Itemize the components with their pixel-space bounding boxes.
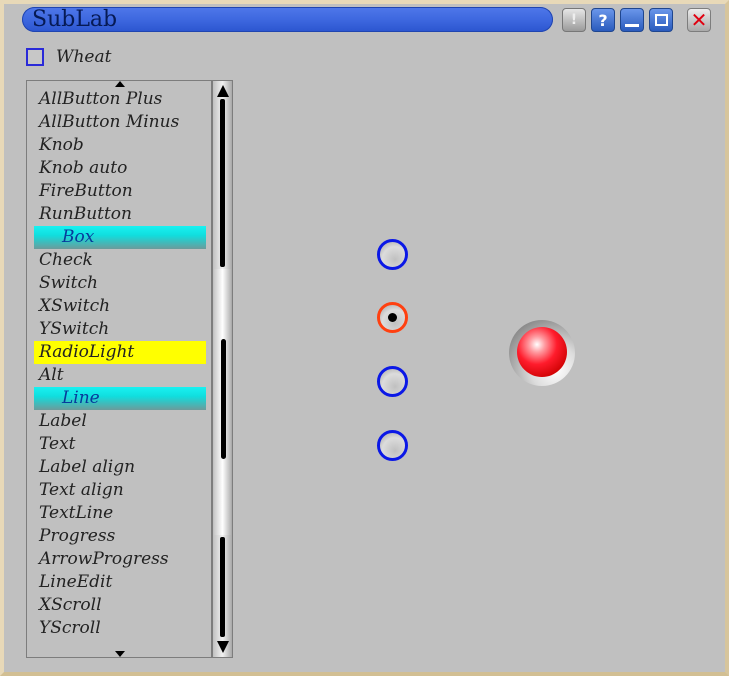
wheat-label: Wheat [56,47,112,67]
list-item[interactable]: LineEdit [34,571,206,594]
list-item[interactable]: Switch [34,272,206,295]
radio-button-3[interactable] [377,366,408,397]
list-item[interactable]: Knob auto [34,157,206,180]
list-item[interactable]: RadioLight [34,341,206,364]
wheat-checkbox[interactable] [26,48,44,66]
radio-selected-dot-icon [388,313,397,322]
info-button[interactable]: ! [562,8,586,32]
maximize-button[interactable] [649,8,673,32]
help-icon: ? [598,10,608,30]
list-item[interactable]: Label [34,410,206,433]
radio-button-1[interactable] [377,239,408,270]
scroll-track-top[interactable] [220,99,225,267]
list-item[interactable]: FireButton [34,180,206,203]
list-item[interactable]: XScroll [34,594,206,617]
scroll-up-arrow-icon[interactable] [217,85,229,97]
list-item[interactable]: Box [34,226,206,249]
title-bar[interactable]: SubLab ! ? ✕ [8,6,724,34]
scroll-thumb-grip [221,339,226,459]
list-item[interactable]: ArrowProgress [34,548,206,571]
list-item[interactable]: Knob [34,134,206,157]
list-item[interactable]: Check [34,249,206,272]
widget-list[interactable]: AllButton Plus AllButton Minus Knob Knob au… [26,80,212,658]
radio-button-2[interactable] [377,302,408,333]
list-item[interactable]: Text [34,433,206,456]
window-title: SubLab [32,7,118,32]
minimize-button[interactable] [620,8,644,32]
list-item[interactable]: AllButton Minus [34,111,206,134]
list-item[interactable]: Progress [34,525,206,548]
list-item[interactable]: RunButton [34,203,206,226]
radio-button-4[interactable] [377,430,408,461]
list-item[interactable]: TextLine [34,502,206,525]
minimize-icon [625,23,639,27]
list-scroll-down-icon[interactable] [115,651,125,657]
vertical-scrollbar[interactable] [212,80,233,658]
list-item[interactable]: YSwitch [34,318,206,341]
maximize-icon [654,14,668,26]
help-button[interactable]: ? [591,8,615,32]
radio-light-indicator [509,320,575,386]
scroll-track-bottom[interactable] [220,537,225,637]
list-item[interactable]: YScroll [34,617,206,640]
info-icon: ! [570,12,578,28]
list-item[interactable]: AllButton Plus [34,88,206,111]
list-item[interactable]: Alt [34,364,206,387]
scroll-thumb[interactable] [214,269,231,535]
list-items: AllButton Plus AllButton Minus Knob Knob au… [34,88,206,640]
window-frame: SubLab ! ? ✕ Wheat AllButton Plus AllButt… [0,0,729,676]
close-icon: ✕ [690,8,708,32]
list-item[interactable]: XSwitch [34,295,206,318]
list-item[interactable]: Label align [34,456,206,479]
scroll-down-arrow-icon[interactable] [217,641,229,653]
red-light-icon [517,327,567,377]
list-scroll-up-icon[interactable] [115,81,125,87]
list-item[interactable]: Text align [34,479,206,502]
close-button[interactable]: ✕ [687,8,711,32]
title-pill: SubLab [22,7,553,32]
list-item[interactable]: Line [34,387,206,410]
